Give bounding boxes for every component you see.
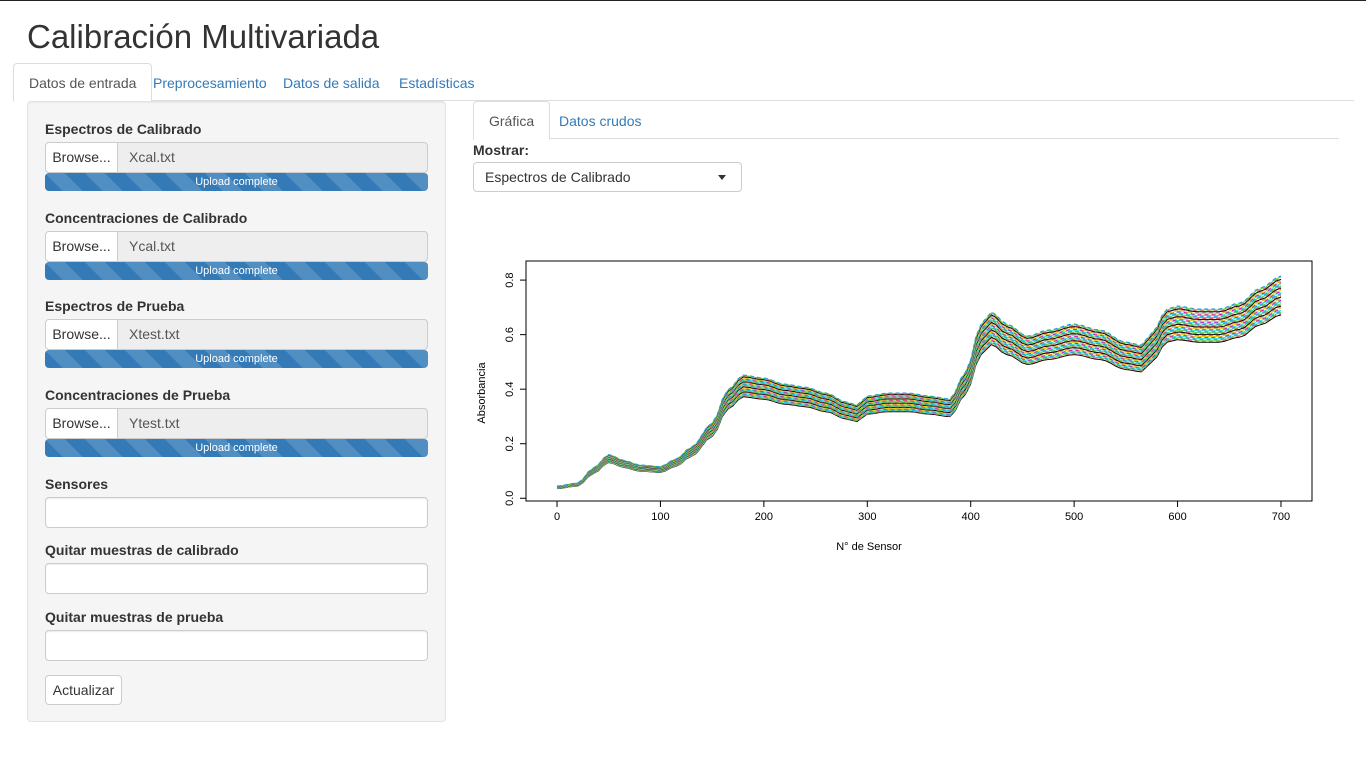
spectrum-line <box>556 284 1282 488</box>
spectra-plot: 0 100 200 300 400 500 600 700 0.0 0.2 0.4 0.6 0.8 N… <box>473 245 1339 565</box>
y-axis-label: Absorbancia <box>476 362 488 424</box>
tab-datos-crudos[interactable]: Datos crudos <box>543 101 657 139</box>
main-tabs: Datos de entrada Preprocesamiento Datos … <box>13 63 1354 102</box>
file-name-field: Ycal.txt <box>117 231 428 262</box>
tab-grafica[interactable]: Gráfica <box>473 101 551 140</box>
spectrum-line <box>556 291 1282 488</box>
quitar-calibrado-input[interactable] <box>45 563 428 594</box>
label-sensores: Sensores <box>45 476 109 492</box>
x-axis: 0 100 200 300 400 500 600 700 <box>554 500 1290 523</box>
file-input-ytest: Browse... Ytest.txt <box>45 408 428 439</box>
label-espectros-calibrado: Espectros de Calibrado <box>45 121 202 137</box>
file-name-field: Ytest.txt <box>117 408 428 439</box>
spectrum-line <box>556 289 1282 488</box>
spectrum-line <box>556 285 1282 488</box>
x-tick-label: 600 <box>1168 511 1186 523</box>
upload-progress-bar: Upload complete <box>45 262 428 280</box>
spectrum-line <box>556 282 1282 487</box>
browse-button[interactable]: Browse... <box>45 319 118 350</box>
mostrar-label: Mostrar: <box>473 142 530 158</box>
y-tick-label: 0.2 <box>504 436 516 451</box>
input-panel: Espectros de Calibrado Browse... Xcal.tx… <box>27 101 446 722</box>
x-tick-label: 400 <box>962 511 980 523</box>
upload-progress-bar: Upload complete <box>45 350 428 368</box>
label-espectros-prueba: Espectros de Prueba <box>45 298 185 314</box>
mostrar-select[interactable]: Espectros de Calibrado <box>473 162 742 192</box>
spectrum-line <box>556 278 1282 487</box>
x-tick-label: 500 <box>1065 511 1083 523</box>
browse-button[interactable]: Browse... <box>45 231 118 262</box>
x-tick-label: 700 <box>1272 511 1290 523</box>
label-concentraciones-calibrado: Concentraciones de Calibrado <box>45 210 248 226</box>
x-axis-label: N° de Sensor <box>836 541 902 553</box>
spectrum-line <box>556 296 1282 488</box>
file-name-field: Xtest.txt <box>117 319 428 350</box>
spectrum-line <box>556 279 1282 487</box>
mostrar-selected-value: Espectros de Calibrado <box>485 169 631 185</box>
tab-preprocesamiento[interactable]: Preprocesamiento <box>137 63 283 101</box>
spectrum-line <box>556 292 1282 488</box>
tab-estadisticas[interactable]: Estadísticas <box>383 63 490 101</box>
page-title: Calibración Multivariada <box>27 18 380 55</box>
browse-button[interactable]: Browse... <box>45 408 118 439</box>
file-name-field: Xcal.txt <box>117 142 428 173</box>
y-tick-label: 0.4 <box>504 382 516 397</box>
spectrum-line <box>556 295 1282 488</box>
y-tick-label: 0.0 <box>504 491 516 506</box>
upload-progress-bar: Upload complete <box>45 173 428 191</box>
actualizar-button[interactable]: Actualizar <box>45 675 122 705</box>
y-tick-label: 0.8 <box>504 272 516 287</box>
file-input-ycal: Browse... Ycal.txt <box>45 231 428 262</box>
spectrum-line <box>556 277 1282 487</box>
x-tick-label: 200 <box>755 511 773 523</box>
spectrum-line <box>556 297 1282 488</box>
x-tick-label: 100 <box>651 511 669 523</box>
spectrum-line <box>556 294 1282 488</box>
browse-button[interactable]: Browse... <box>45 142 118 173</box>
caret-down-icon <box>718 175 726 180</box>
file-input-xcal: Browse... Xcal.txt <box>45 142 428 173</box>
label-concentraciones-prueba: Concentraciones de Prueba <box>45 387 231 403</box>
spectra-lines <box>556 275 1282 490</box>
spectrum-line <box>556 293 1282 488</box>
x-tick-label: 300 <box>858 511 876 523</box>
sensores-input[interactable] <box>45 497 428 528</box>
y-axis: 0.0 0.2 0.4 0.6 0.8 <box>504 272 527 506</box>
spectrum-line <box>556 283 1282 487</box>
quitar-prueba-input[interactable] <box>45 630 428 661</box>
label-quitar-calibrado: Quitar muestras de calibrado <box>45 542 239 558</box>
label-quitar-prueba: Quitar muestras de prueba <box>45 609 224 625</box>
spectrum-line <box>556 288 1282 488</box>
spectra-chart: 0 100 200 300 400 500 600 700 0.0 0.2 0.4 0.6 0.8 N… <box>476 260 1313 553</box>
y-tick-label: 0.6 <box>504 327 516 342</box>
tab-datos-de-salida[interactable]: Datos de salida <box>267 63 396 101</box>
spectrum-line <box>556 298 1282 489</box>
tab-datos-de-entrada[interactable]: Datos de entrada <box>13 63 153 102</box>
spectrum-line <box>556 286 1282 488</box>
spectrum-line <box>556 275 1282 487</box>
upload-progress-bar: Upload complete <box>45 439 428 457</box>
output-tabs: Gráfica Datos crudos <box>473 101 1339 140</box>
spectrum-line <box>556 276 1282 487</box>
x-tick-label: 0 <box>554 511 560 523</box>
file-input-xtest: Browse... Xtest.txt <box>45 319 428 350</box>
spectrum-line <box>556 287 1282 488</box>
spectrum-line <box>556 281 1282 487</box>
